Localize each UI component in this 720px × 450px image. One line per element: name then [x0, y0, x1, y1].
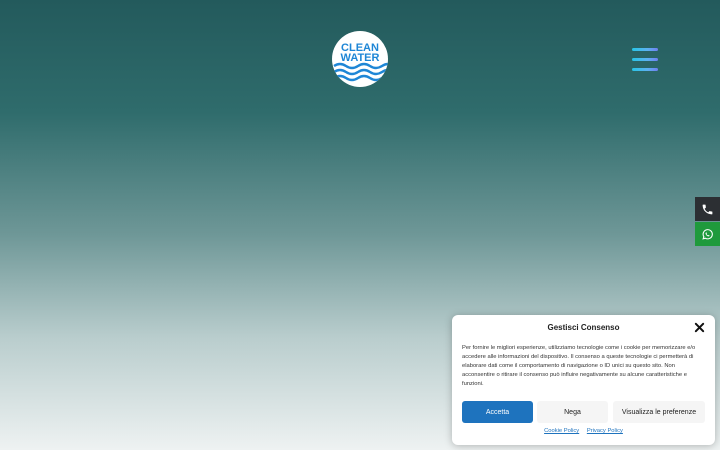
deny-button[interactable]: Nega	[537, 401, 608, 423]
phone-icon	[702, 204, 713, 214]
privacy-policy-link[interactable]: Privacy Policy	[587, 428, 623, 434]
hamburger-icon	[632, 58, 658, 61]
close-icon[interactable]	[694, 322, 705, 333]
hamburger-icon	[632, 68, 658, 71]
menu-toggle-button[interactable]	[630, 46, 660, 74]
logo-waves-icon	[333, 62, 388, 82]
cookie-dialog-title: Gestisci Consenso	[547, 323, 620, 332]
view-preferences-button[interactable]: Visualizza le preferenze	[613, 401, 705, 423]
whatsapp-contact-button[interactable]	[695, 222, 720, 246]
cookie-policy-link[interactable]: Cookie Policy	[544, 428, 579, 434]
clean-water-logo[interactable]: CLEAN WATER	[332, 31, 388, 87]
whatsapp-icon	[702, 228, 713, 240]
cookie-description: Per fornire le migliori esperienze, util…	[462, 345, 696, 388]
hamburger-icon	[632, 48, 658, 51]
accept-button[interactable]: Accetta	[462, 401, 533, 423]
cookie-consent-dialog: Gestisci Consenso Per fornire le miglior…	[452, 315, 715, 445]
logo-line2: WATER	[341, 52, 380, 64]
phone-contact-button[interactable]	[695, 197, 720, 221]
policy-links: Cookie Policy Privacy Policy	[452, 428, 715, 434]
